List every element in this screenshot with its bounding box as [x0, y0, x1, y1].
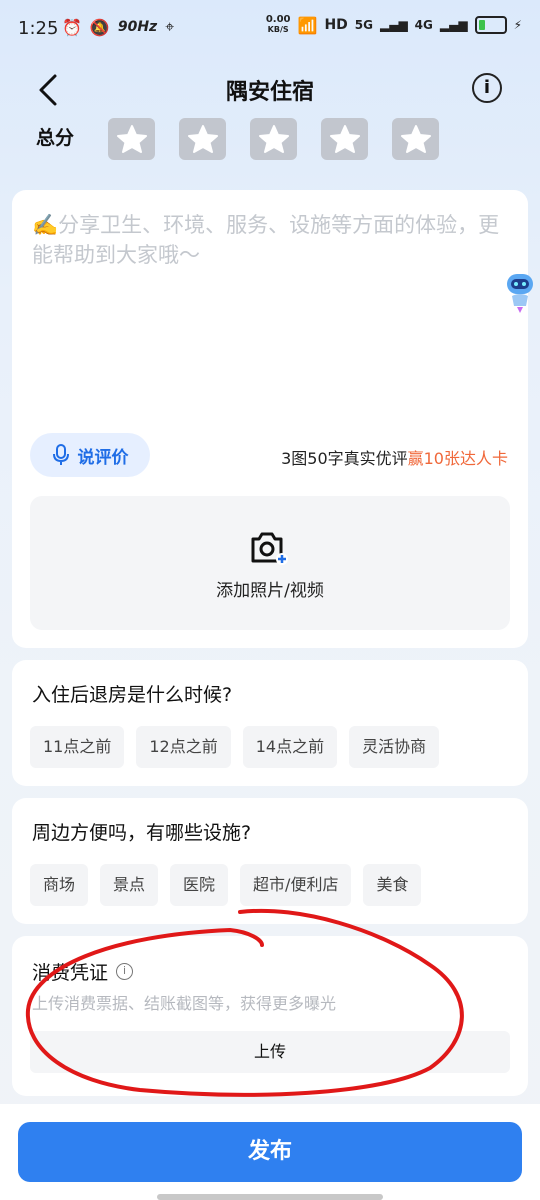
voice-review-label: 说评价 — [77, 447, 129, 468]
hd-label: HD — [324, 17, 348, 33]
star-icon — [329, 125, 360, 153]
option-chip[interactable]: 灵活协商 — [349, 726, 440, 768]
question-title: 入住后退房是什么时候? — [32, 684, 233, 706]
star-4[interactable] — [321, 118, 368, 160]
option-chip[interactable]: 超市/便利店 — [240, 864, 352, 906]
signal-icon: ▂▄▆ — [379, 18, 408, 32]
signal-5g: 5G — [354, 18, 373, 32]
alarm-icon: ⏰ — [62, 17, 82, 37]
publish-button[interactable]: 发布 — [18, 1122, 522, 1182]
receipt-title: 消费凭证 — [32, 962, 109, 984]
info-button[interactable]: i — [472, 73, 502, 103]
bottom-bar: 发布 — [0, 1104, 540, 1200]
wifi-icon: 📶 — [297, 15, 318, 35]
mute-icon: 🔕 — [89, 17, 110, 37]
refresh-rate: 90Hz — [117, 19, 158, 35]
info-icon[interactable]: i — [116, 963, 134, 980]
promo-text: 3图50字真实优评赢10张达人卡 — [281, 449, 508, 468]
charging-icon: ⚡ — [513, 18, 522, 32]
info-icon: i — [483, 77, 491, 98]
receipt-title-row: 消费凭证 i — [32, 958, 134, 985]
signal-4g: 4G — [414, 18, 433, 32]
option-chip[interactable]: 商场 — [30, 864, 89, 906]
promo-highlight: 赢10张达人卡 — [407, 449, 508, 468]
status-icons-right: 0.00 KB/S 📶 HD 5G ▂▄▆ 4G ▂▄▆ ⚡ — [266, 15, 522, 35]
question-facilities-card: 周边方便吗，有哪些设施? 商场 景点 医院 超市/便利店 美食 — [12, 798, 528, 924]
receipt-card: 消费凭证 i 上传消费票据、结账截图等，获得更多曝光 上传 — [12, 936, 528, 1096]
review-card: ✍️分享卫生、环境、服务、设施等方面的体验，更能帮助到大家哦～ 说评价 3图50… — [12, 190, 528, 648]
star-5[interactable] — [392, 118, 439, 160]
star-2[interactable] — [179, 118, 226, 160]
page-title: 隅安住宿 — [225, 80, 314, 105]
star-1[interactable] — [108, 118, 155, 160]
header: 隅安住宿 i — [0, 62, 540, 118]
receipt-subtitle: 上传消费票据、结账截图等，获得更多曝光 — [32, 994, 337, 1013]
net-speed: 0.00 KB/S — [265, 14, 291, 35]
status-time: 1:25 — [18, 18, 59, 39]
star-icon — [187, 125, 218, 153]
star-icon — [400, 125, 431, 153]
star-rating[interactable] — [108, 118, 439, 160]
option-chip[interactable]: 14点之前 — [242, 726, 338, 768]
option-chip[interactable]: 景点 — [100, 864, 159, 906]
option-chip[interactable]: 医院 — [170, 864, 229, 906]
assistant-robot-icon[interactable] — [504, 270, 536, 314]
voice-review-button[interactable]: 说评价 — [30, 433, 150, 477]
star-icon — [258, 125, 289, 153]
star-3[interactable] — [250, 118, 297, 160]
camera-add-icon — [251, 532, 288, 565]
location-icon: ⌖ — [165, 17, 175, 36]
star-icon — [116, 125, 147, 153]
status-icons-left: ⏰ 🔕 90Hz ⌖ — [62, 17, 174, 37]
question-title: 周边方便吗，有哪些设施? — [32, 822, 252, 844]
status-bar: 1:25 ⏰ 🔕 90Hz ⌖ 0.00 KB/S 📶 HD 5G ▂▄▆ 4G… — [0, 0, 540, 56]
question-checkout-card: 入住后退房是什么时候? 11点之前 12点之前 14点之前 灵活协商 — [12, 660, 528, 786]
receipt-upload-button[interactable]: 上传 — [30, 1031, 510, 1073]
microphone-icon — [52, 444, 69, 465]
add-photo-video-button[interactable]: 添加照片/视频 — [30, 496, 510, 630]
score-label: 总分 — [36, 127, 75, 149]
add-photo-video-label: 添加照片/视频 — [216, 581, 324, 601]
option-chip[interactable]: 12点之前 — [136, 726, 231, 768]
home-indicator — [157, 1194, 383, 1200]
option-chip[interactable]: 11点之前 — [30, 726, 125, 768]
review-textarea[interactable]: ✍️分享卫生、环境、服务、设施等方面的体验，更能帮助到大家哦～ — [32, 210, 502, 270]
battery-icon — [474, 16, 507, 34]
option-chip[interactable]: 美食 — [363, 864, 422, 906]
signal-icon-2: ▂▄▆ — [439, 18, 468, 32]
